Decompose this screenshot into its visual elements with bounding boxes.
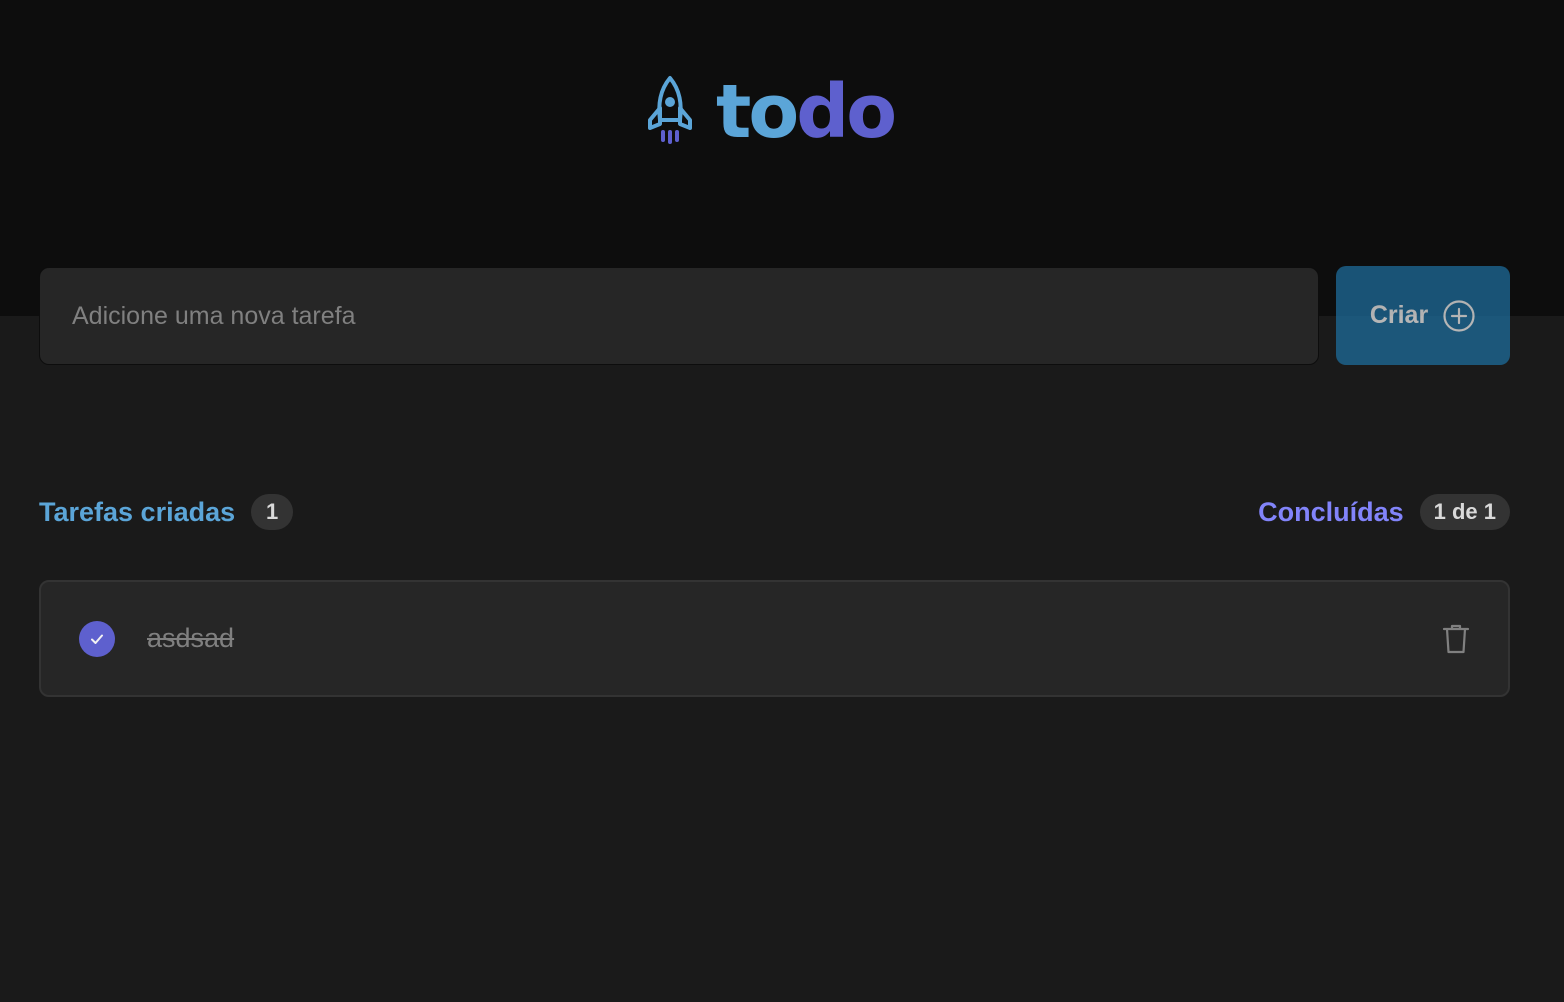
task-list: asdsad bbox=[39, 580, 1510, 697]
logo-text: todo bbox=[716, 69, 897, 155]
created-tasks-stat: Tarefas criadas 1 bbox=[39, 494, 294, 530]
logo: todo bbox=[644, 69, 897, 155]
task-text: asdsad bbox=[147, 623, 235, 653]
delete-task-button[interactable] bbox=[1434, 617, 1478, 661]
create-button[interactable]: Criar bbox=[1336, 266, 1510, 365]
task-complete-checkbox[interactable] bbox=[79, 620, 115, 657]
create-button-label: Criar bbox=[1369, 301, 1429, 329]
task-stats: Tarefas criadas 1 Concluídas 1 de 1 bbox=[39, 493, 1510, 531]
done-tasks-stat: Concluídas 1 de 1 bbox=[1258, 494, 1510, 530]
rocket-icon bbox=[648, 76, 692, 144]
logo-text-to: to bbox=[716, 69, 799, 155]
done-tasks-label: Concluídas bbox=[1258, 496, 1404, 527]
check-icon bbox=[91, 634, 103, 644]
created-tasks-count-badge: 1 bbox=[251, 494, 294, 530]
created-tasks-label: Tarefas criadas bbox=[39, 496, 236, 527]
logo-text-do: do bbox=[796, 69, 897, 155]
done-tasks-count-badge: 1 de 1 bbox=[1419, 494, 1510, 530]
new-task-input[interactable] bbox=[39, 267, 1319, 365]
trash-icon bbox=[1442, 624, 1470, 653]
task-item: asdsad bbox=[39, 580, 1510, 697]
plus-circle-icon bbox=[1443, 299, 1475, 332]
